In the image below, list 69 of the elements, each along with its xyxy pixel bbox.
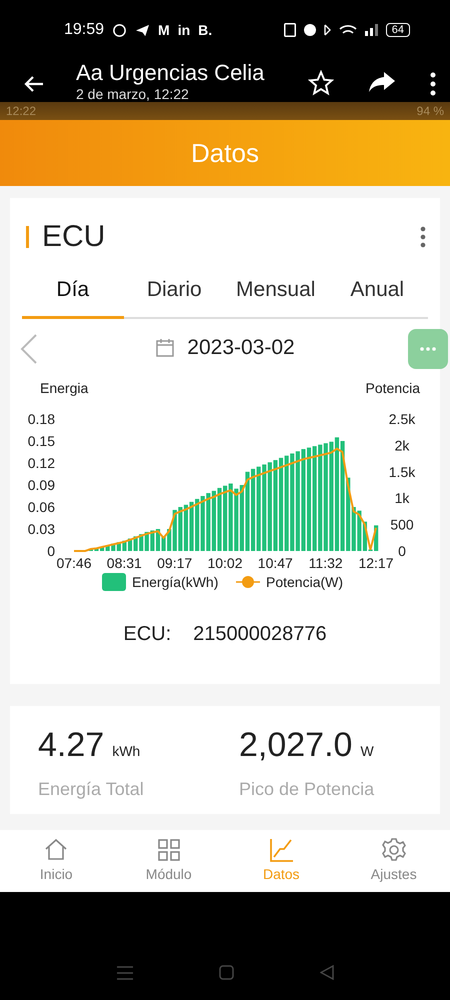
- title-accent: [26, 226, 29, 248]
- stat-value: 2,027.0: [239, 726, 352, 765]
- nav-tab[interactable]: Ajustes: [338, 830, 450, 892]
- stat-label: Pico de Potencia: [239, 779, 376, 800]
- period-tab[interactable]: Diario: [124, 268, 225, 319]
- tick-label: 500: [390, 516, 414, 533]
- more-icon: [420, 347, 436, 351]
- menu-icon[interactable]: [116, 966, 132, 980]
- notification-icon: M: [158, 22, 170, 38]
- legend-label: Energía(kWh): [132, 574, 218, 590]
- floating-menu-button[interactable]: [408, 329, 448, 369]
- period-tab[interactable]: Anual: [326, 268, 428, 319]
- tick-label: 10:47: [258, 555, 293, 571]
- signal-icon: [364, 24, 378, 36]
- line-chart-icon: [267, 836, 296, 864]
- wifi-icon: [338, 25, 357, 35]
- period-tab[interactable]: Mensual: [225, 268, 326, 319]
- nav-tab[interactable]: Inicio: [0, 830, 112, 892]
- device-id: 215000028776: [193, 623, 327, 646]
- tick-label: 0.03: [28, 521, 55, 537]
- tick-label: 11:32: [308, 555, 343, 571]
- tick-label: 10:02: [207, 555, 243, 571]
- tick-label: 08:31: [106, 555, 142, 571]
- battery-level: 64: [386, 23, 410, 37]
- tick-label: 2.5k: [388, 411, 416, 427]
- tick-label: 12:17: [358, 555, 394, 571]
- tick-label: 0: [398, 543, 406, 559]
- tick-label: 1.5k: [388, 464, 416, 480]
- tick-label: 07:46: [56, 555, 92, 571]
- legend-swatch: [102, 573, 126, 591]
- nav-tab[interactable]: Módulo: [112, 830, 225, 892]
- selected-date: 2023-03-02: [187, 336, 295, 360]
- battery-percent: 94 %: [416, 104, 444, 118]
- tick-label: 0.06: [28, 499, 55, 515]
- more-icon[interactable]: [430, 72, 436, 96]
- axis-title: Potencia: [366, 380, 420, 396]
- status-time: 19:59: [64, 21, 104, 39]
- status-time: 12:22: [6, 104, 36, 118]
- period-tab[interactable]: Día: [22, 268, 124, 319]
- device-label: ECU:: [123, 623, 172, 646]
- tick-label: 0.12: [28, 455, 55, 471]
- notification-icon: in: [178, 22, 190, 38]
- tick-label: 0.09: [28, 477, 55, 493]
- calendar-icon[interactable]: [155, 338, 176, 358]
- axis-title: Energia: [40, 380, 88, 396]
- share-arrow-icon[interactable]: [368, 70, 396, 94]
- back-icon[interactable]: [320, 965, 334, 980]
- tick-label: 0: [47, 543, 55, 559]
- bluetooth-icon: [324, 24, 331, 36]
- tick-label: 09:17: [157, 555, 192, 571]
- tick-label: 0.15: [28, 433, 55, 449]
- tick-label: 0.18: [28, 411, 55, 427]
- message-date: 2 de marzo, 12:22: [76, 86, 190, 102]
- stat-unit: W: [360, 743, 374, 759]
- stat-value: 4.27: [38, 726, 104, 765]
- tick-label: 1k: [394, 490, 410, 506]
- settings-icon: [380, 836, 408, 864]
- home-button-icon[interactable]: [218, 965, 234, 980]
- legend-label: Potencia(W): [266, 574, 344, 590]
- paper-plane-icon: [135, 24, 150, 36]
- notification-icon: B.: [198, 22, 212, 38]
- card-title: ECU: [42, 220, 106, 254]
- stat-label: Energía Total: [38, 779, 145, 800]
- stat-unit: kWh: [112, 743, 140, 759]
- page-title: Datos: [191, 138, 259, 168]
- legend-marker: [236, 576, 260, 588]
- tick-label: 2k: [394, 437, 410, 454]
- chat-title: Aa Urgencias Celia: [76, 60, 266, 86]
- star-icon[interactable]: [308, 70, 334, 96]
